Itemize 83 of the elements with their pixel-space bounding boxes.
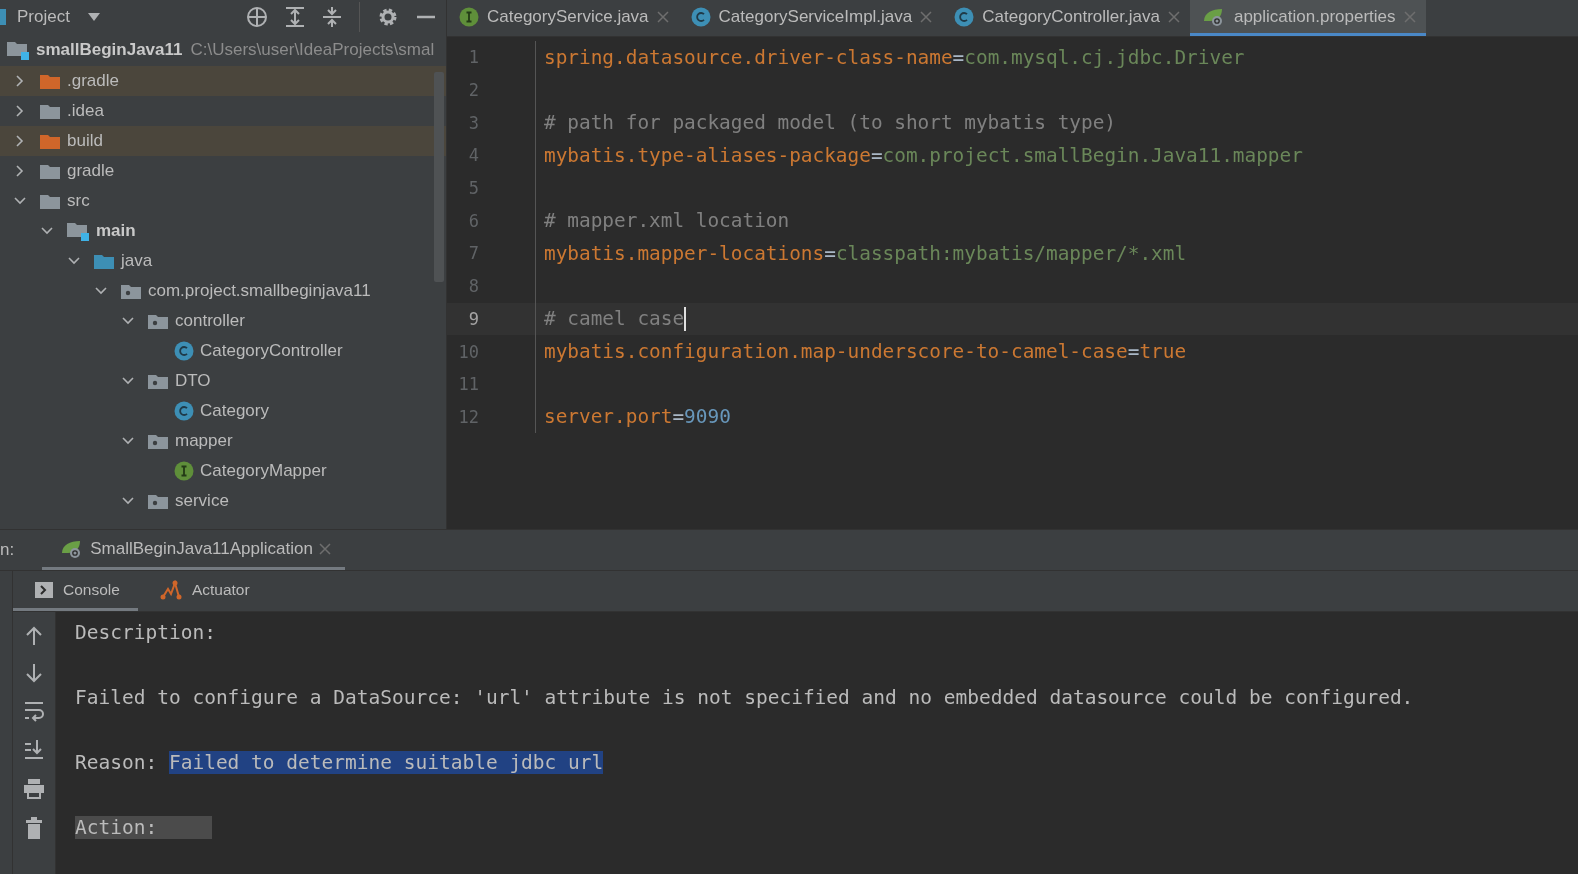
tree-item[interactable]: java: [0, 246, 446, 276]
folder-icon: [39, 192, 61, 210]
editor-tab[interactable]: CategoryServiceImpl.java: [678, 0, 943, 36]
code-line: spring.datasource.driver-class-name=com.mysql.cj.jdbc.Driver: [544, 45, 1245, 69]
arrow-up-icon[interactable]: [25, 626, 43, 646]
folder-icon: [39, 132, 61, 150]
folder-icon: [39, 102, 61, 120]
code-line: server.port=9090: [544, 405, 731, 429]
tree-item[interactable]: smallBeginJava11 C:\Users\user\IdeaProjects\smal: [0, 34, 446, 66]
project-panel-icon: [0, 9, 6, 25]
tree-item[interactable]: main: [0, 216, 446, 246]
run-label: n:: [0, 540, 15, 560]
collapse-all-icon[interactable]: [322, 6, 342, 28]
tree-item[interactable]: controller: [0, 306, 446, 336]
dropdown-icon[interactable]: [86, 12, 101, 22]
tree-item[interactable]: mapper: [0, 426, 446, 456]
line-number: 3: [467, 112, 479, 133]
line-number: 8: [467, 276, 479, 297]
class-icon: [954, 6, 975, 27]
package-icon: [120, 282, 142, 300]
editor-tab[interactable]: application.properties: [1189, 0, 1426, 36]
tree-item[interactable]: Category: [0, 396, 446, 426]
soft-wrap-icon[interactable]: [24, 700, 44, 722]
console-tab[interactable]: Actuator: [137, 571, 268, 611]
console-line: Failed to configure a DataSource: 'url' attribute is not specified and no embedded datasource could be configured.: [75, 685, 1414, 711]
tree-item[interactable]: .idea: [0, 96, 446, 126]
line-number: 11: [457, 374, 479, 395]
scroll-to-end-icon[interactable]: [24, 739, 44, 761]
actuator-icon: [159, 579, 182, 600]
class-icon: [690, 6, 711, 27]
tree-item[interactable]: CategoryController: [0, 336, 446, 366]
folder-icon: [39, 162, 61, 180]
editor-tab[interactable]: CategoryService.java: [447, 0, 679, 36]
code-line: # path for packaged model (to short mybatis type): [544, 111, 1117, 135]
code-line: # camel case: [544, 307, 685, 331]
package-icon: [147, 492, 169, 510]
code-line: mybatis.type-aliases-package=com.project.smallBegin.Java11.mapper: [544, 143, 1303, 167]
package-icon: [147, 372, 169, 390]
interface-icon: [174, 461, 194, 481]
tree-item[interactable]: gradle: [0, 156, 446, 186]
package-icon: [147, 312, 169, 330]
tree-item[interactable]: src: [0, 186, 446, 216]
line-number: 2: [467, 80, 479, 101]
module-folder-icon: [66, 221, 90, 241]
tree-item[interactable]: .gradle: [0, 66, 446, 96]
print-icon[interactable]: [23, 778, 45, 800]
run-config-tab[interactable]: SmallBeginJava11Application: [42, 530, 345, 570]
locate-icon[interactable]: [246, 6, 268, 28]
editor-tab[interactable]: CategoryController.java: [942, 0, 1190, 36]
settings-icon[interactable]: [377, 6, 399, 28]
line-number: 4: [467, 145, 479, 166]
code-line: # mapper.xml location: [544, 209, 790, 233]
console-line: Description:: [75, 620, 216, 646]
arrow-down-icon[interactable]: [25, 663, 43, 683]
line-number: 1: [467, 47, 479, 68]
console-icon: [35, 581, 53, 598]
package-icon: [147, 432, 169, 450]
tree-item[interactable]: DTO: [0, 366, 446, 396]
code-line: mybatis.configuration.map-underscore-to-camel-case=true: [544, 340, 1187, 364]
code-line: mybatis.mapper-locations=classpath:mybatis/mapper/*.xml: [544, 241, 1187, 265]
tree-item[interactable]: com.project.smallbeginjava11: [0, 276, 446, 306]
text-cursor: [684, 306, 687, 331]
console-line: Reason: Failed to determine suitable jdbc url: [75, 750, 604, 776]
tree-item[interactable]: service: [0, 486, 446, 516]
module-folder-icon: [6, 40, 30, 60]
tree-item[interactable]: build: [0, 126, 446, 156]
interface-icon: [459, 6, 479, 27]
line-number: 7: [467, 243, 479, 264]
scrollbar[interactable]: [434, 72, 444, 282]
folder-icon: [39, 72, 61, 90]
class-icon: [174, 341, 194, 361]
trash-icon[interactable]: [25, 817, 43, 839]
project-path: C:\Users\user\IdeaProjects\smal: [190, 40, 435, 60]
line-number: 9: [467, 308, 479, 329]
line-number: 10: [457, 341, 479, 362]
line-number: 12: [457, 406, 479, 427]
folder-icon: [93, 252, 115, 270]
line-number: 6: [467, 210, 479, 231]
project-view-selector[interactable]: Project: [17, 7, 70, 27]
tree-item[interactable]: CategoryMapper: [0, 456, 446, 486]
expand-all-icon[interactable]: [285, 6, 305, 28]
class-icon: [174, 401, 194, 421]
line-number: 5: [467, 178, 479, 199]
